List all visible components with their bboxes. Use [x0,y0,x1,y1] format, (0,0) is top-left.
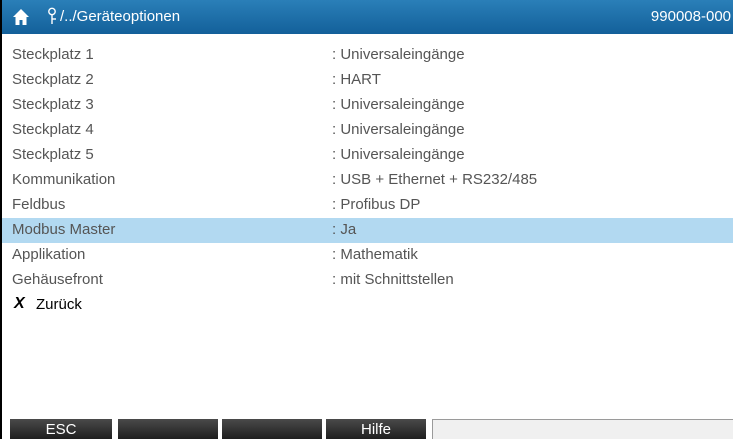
option-value: : USB + Ethernet + RS232/485 [332,171,538,188]
option-row-steckplatz-1[interactable]: Steckplatz 1 : Universaleingänge [2,43,733,68]
option-row-steckplatz-2[interactable]: Steckplatz 2 : HART [2,68,733,93]
option-value: : Profibus DP [332,196,421,213]
option-value: : Universaleingänge [332,46,465,63]
option-row-applikation[interactable]: Applikation : Mathematik [2,243,733,268]
option-row-feldbus[interactable]: Feldbus : Profibus DP [2,193,733,218]
option-label: Applikation [12,246,86,263]
tree-path-icon [48,7,56,24]
option-value: : Universaleingänge [332,121,465,138]
option-row-steckplatz-4[interactable]: Steckplatz 4 : Universaleingänge [2,118,733,143]
option-row-steckplatz-5[interactable]: Steckplatz 5 : Universaleingänge [2,143,733,168]
back-label: Zurück [36,296,82,313]
options-list: Steckplatz 1 : Universaleingänge Steckpl… [2,43,733,318]
option-row-steckplatz-3[interactable]: Steckplatz 3 : Universaleingänge [2,93,733,118]
option-label: Steckplatz 2 [12,71,94,88]
option-label: Feldbus [12,196,66,213]
option-value: : HART [332,71,381,88]
option-value: : Universaleingänge [332,146,465,163]
option-row-gehaeusefront[interactable]: Gehäusefront : mit Schnittstellen [2,268,733,293]
back-item[interactable]: X Zurück [2,293,733,318]
softkey-5[interactable] [432,419,733,439]
option-value: : Universaleingänge [332,96,465,113]
option-label: Steckplatz 1 [12,46,94,63]
device-screen: /../Geräteoptionen 990008-000 Steckplatz… [0,0,733,439]
home-icon[interactable] [12,8,30,26]
option-label: Steckplatz 4 [12,121,94,138]
option-value: : Ja [332,221,357,238]
option-value: : Mathematik [332,246,418,263]
device-serial: 990008-000 [650,8,731,25]
option-row-modbus-master[interactable]: Modbus Master : Ja [2,218,733,243]
option-label: Gehäusefront [12,271,103,288]
option-label: Steckplatz 5 [12,146,94,163]
softkey-hilfe[interactable]: Hilfe [326,419,426,439]
option-label: Kommunikation [12,171,116,188]
softkey-esc[interactable]: ESC [10,419,112,439]
option-value: : mit Schnittstellen [332,271,454,288]
back-x-icon: X [14,295,25,312]
breadcrumb-path: /../Geräteoptionen [60,8,181,25]
softkey-3[interactable] [222,419,322,439]
option-label: Steckplatz 3 [12,96,94,113]
title-bar: /../Geräteoptionen 990008-000 [2,0,733,34]
option-label: Modbus Master [12,221,116,238]
softkey-2[interactable] [118,419,218,439]
option-row-kommunikation[interactable]: Kommunikation : USB + Ethernet + RS232/4… [2,168,733,193]
softkey-bar: ESC Hilfe [2,419,733,439]
